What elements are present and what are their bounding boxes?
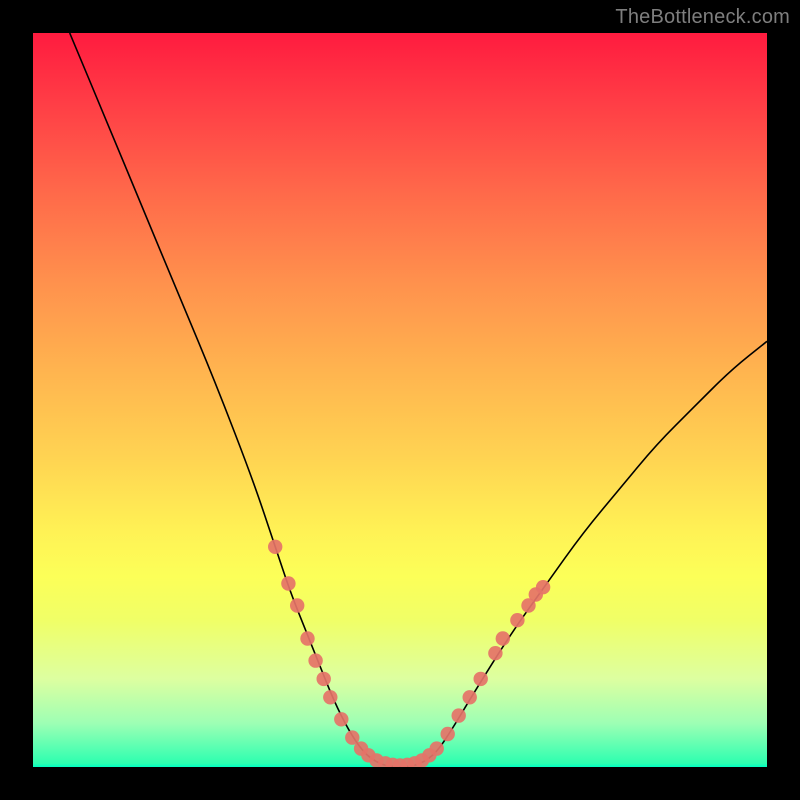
data-marker (474, 672, 488, 686)
data-marker (463, 690, 477, 704)
data-marker (334, 712, 348, 726)
data-marker (510, 613, 524, 627)
chart-frame: TheBottleneck.com (0, 0, 800, 800)
data-marker (300, 631, 314, 645)
data-marker (308, 653, 322, 667)
data-marker (290, 598, 304, 612)
data-marker (441, 727, 455, 741)
plot-area (33, 33, 767, 767)
data-marker (281, 576, 295, 590)
data-marker (430, 741, 444, 755)
data-marker (268, 540, 282, 554)
data-marker (452, 708, 466, 722)
curve-layer (33, 33, 767, 767)
data-marker (317, 672, 331, 686)
data-marker (536, 580, 550, 594)
data-marker (323, 690, 337, 704)
data-marker (496, 631, 510, 645)
bottleneck-curve (70, 33, 767, 767)
data-marker (488, 646, 502, 660)
watermark-text: TheBottleneck.com (615, 6, 790, 29)
marker-group (268, 540, 550, 767)
